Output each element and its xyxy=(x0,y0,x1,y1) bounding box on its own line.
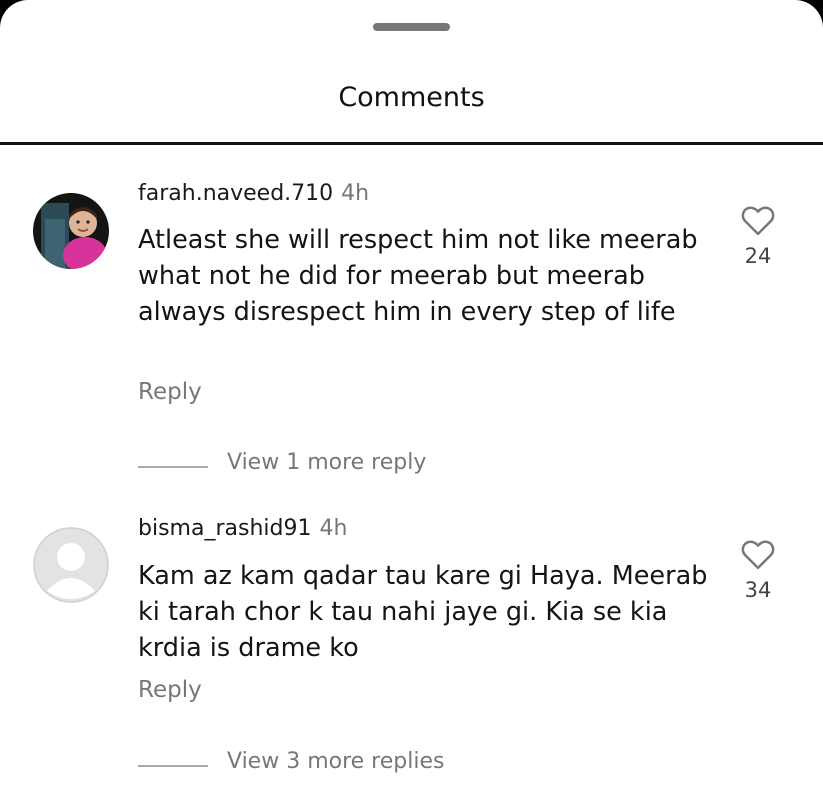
comment-text: Kam az kam qadar tau kare gi Haya. Meera… xyxy=(138,561,708,663)
username[interactable]: farah.naveed.710 xyxy=(138,181,333,206)
reply-button[interactable]: Reply xyxy=(138,677,202,703)
view-more-label: View 3 more replies xyxy=(227,749,445,774)
heart-outline-icon xyxy=(741,540,775,570)
view-more-line xyxy=(138,765,208,767)
timestamp: 4h xyxy=(319,516,348,541)
sheet-title: Comments xyxy=(338,82,485,113)
default-avatar-icon xyxy=(33,527,109,603)
comment-text: Atleast she will respect him not like me… xyxy=(138,225,698,327)
avatar[interactable] xyxy=(33,193,109,269)
comment-meta: bisma_rashid91 4h xyxy=(138,516,347,541)
username[interactable]: bisma_rashid91 xyxy=(138,516,311,541)
reply-button[interactable]: Reply xyxy=(138,379,202,405)
like-button[interactable]: 34 xyxy=(736,538,780,602)
like-count: 34 xyxy=(744,578,772,602)
header-divider xyxy=(0,142,823,145)
view-more-label: View 1 more reply xyxy=(227,450,427,475)
drag-handle[interactable] xyxy=(373,23,450,31)
view-more-line xyxy=(138,466,208,468)
avatar[interactable] xyxy=(33,527,109,603)
heart-outline-icon xyxy=(741,206,775,236)
like-count: 24 xyxy=(744,244,772,268)
timestamp: 4h xyxy=(341,181,370,206)
comments-sheet: Comments farah.naveed.710 4h Atleast she … xyxy=(0,0,823,800)
avatar-photo xyxy=(33,193,109,269)
comment-meta: farah.naveed.710 4h xyxy=(138,181,369,206)
like-button[interactable]: 24 xyxy=(736,204,780,268)
